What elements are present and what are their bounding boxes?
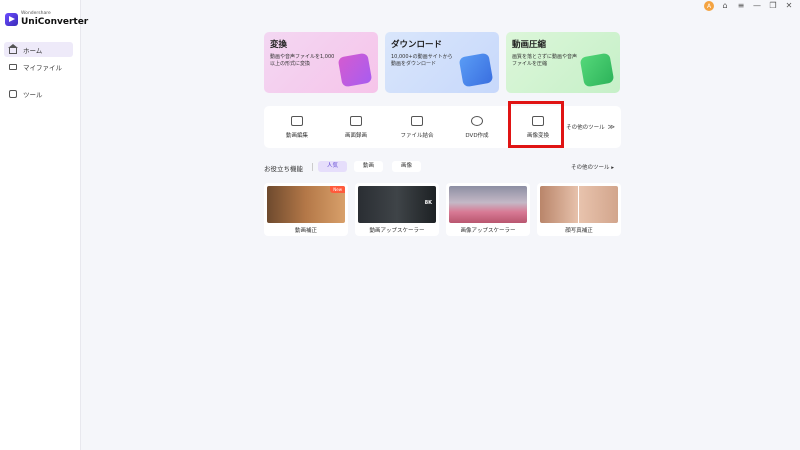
brand-name: UniConverter bbox=[21, 16, 89, 27]
tool-label: DVD作成 bbox=[465, 132, 489, 139]
tools-row: 動画編集 画面録画 ファイル結合 DVD作成 画像変換 その他のツール ≫ bbox=[264, 106, 621, 148]
tool-screen-record[interactable]: 画面録画 bbox=[327, 106, 385, 148]
sidebar-item-label: ホーム bbox=[23, 46, 43, 55]
tool-dvd-create[interactable]: DVD作成 bbox=[448, 106, 506, 148]
screen-record-icon bbox=[350, 115, 362, 126]
filter-chip-video[interactable]: 動画 bbox=[354, 161, 384, 172]
divider bbox=[312, 163, 313, 171]
section-title: お役立ち機能 bbox=[264, 165, 303, 173]
folder-icon bbox=[9, 63, 17, 70]
highlight-box bbox=[508, 101, 564, 148]
dvd-icon bbox=[471, 115, 483, 126]
file-merge-icon bbox=[411, 115, 423, 126]
sidebar: Wondershare UniConverter ホーム マイファイル ツール bbox=[0, 0, 88, 450]
filter-chip-image[interactable]: 画像 bbox=[392, 161, 422, 172]
card-video-upscaler[interactable]: 8K 動画アップスケーラー bbox=[355, 183, 439, 236]
card-label: 動画補正 bbox=[294, 228, 317, 234]
restore-icon[interactable]: ❐ bbox=[768, 0, 778, 12]
app-logo-icon bbox=[5, 12, 18, 26]
thumbnail-image: 8K bbox=[358, 186, 436, 223]
feature-desc: 10,000+の動画サイトから動画をダウンロード bbox=[391, 54, 453, 67]
menu-icon[interactable]: ≡ bbox=[736, 0, 746, 12]
minimize-icon[interactable]: — bbox=[752, 0, 762, 12]
app-logo: Wondershare UniConverter bbox=[5, 11, 89, 27]
see-more-link[interactable]: その他のツール ▸ bbox=[571, 163, 614, 171]
convert-icon bbox=[337, 52, 373, 88]
feature-card-convert[interactable]: 変換 動画や音声ファイルを1,000以上の形式に変換 bbox=[264, 32, 378, 93]
feature-card-download[interactable]: ダウンロード 10,000+の動画サイトから動画をダウンロード bbox=[385, 32, 499, 93]
sidebar-item-myfiles[interactable]: マイファイル bbox=[4, 59, 73, 74]
feature-title: ダウンロード bbox=[391, 40, 443, 50]
support-icon[interactable]: ⌂ bbox=[720, 0, 730, 12]
double-chevron-icon: ≫ bbox=[607, 123, 615, 131]
brand-small: Wondershare bbox=[21, 11, 51, 16]
user-avatar[interactable]: A bbox=[704, 1, 714, 11]
resolution-badge: 8K bbox=[424, 200, 432, 206]
feature-desc: 画質を落とさずに動画や音声ファイルを圧縮 bbox=[512, 54, 578, 67]
tool-file-merge[interactable]: ファイル結合 bbox=[388, 106, 446, 148]
home-icon bbox=[8, 43, 18, 54]
feature-card-compress[interactable]: 動画圧縮 画質を落とさずに動画や音声ファイルを圧縮 bbox=[506, 32, 620, 93]
card-label: 顔写真補正 bbox=[565, 228, 593, 234]
feature-title: 変換 bbox=[270, 40, 288, 50]
card-image-upscaler[interactable]: 画像アップスケーラー bbox=[446, 183, 530, 236]
thumbnail-image bbox=[449, 186, 527, 223]
tool-label: ファイル結合 bbox=[400, 132, 434, 139]
feature-desc: 動画や音声ファイルを1,000以上の形式に変換 bbox=[270, 54, 335, 67]
more-tools-label: その他のツール bbox=[566, 125, 605, 131]
more-tools-button[interactable]: その他のツール ≫ bbox=[566, 106, 615, 148]
new-badge: New bbox=[330, 186, 345, 193]
feature-title: 動画圧縮 bbox=[512, 40, 547, 50]
card-label: 画像アップスケーラー bbox=[460, 228, 516, 234]
download-icon bbox=[458, 52, 494, 88]
card-face-enhance[interactable]: 顔写真補正 bbox=[537, 183, 621, 236]
filter-chip-popular[interactable]: 人気 bbox=[318, 161, 348, 172]
title-bar-controls: A ⌂ ≡ — ❐ ✕ bbox=[704, 0, 794, 12]
compress-icon bbox=[579, 52, 615, 88]
sidebar-item-label: マイファイル bbox=[23, 63, 62, 72]
thumbnail-image bbox=[540, 186, 618, 223]
tool-video-edit[interactable]: 動画編集 bbox=[268, 106, 326, 148]
card-label: 動画アップスケーラー bbox=[369, 228, 425, 234]
close-icon[interactable]: ✕ bbox=[784, 0, 794, 12]
card-video-enhance[interactable]: New 動画補正 bbox=[264, 183, 348, 236]
sidebar-item-tools[interactable]: ツール bbox=[4, 86, 73, 101]
compare-divider bbox=[578, 186, 579, 223]
sidebar-item-label: ツール bbox=[23, 90, 43, 99]
video-edit-icon bbox=[291, 115, 303, 126]
toolbox-icon bbox=[9, 89, 17, 98]
sidebar-item-home[interactable]: ホーム bbox=[4, 42, 73, 57]
tool-label: 画面録画 bbox=[344, 132, 367, 139]
thumbnail-image: New bbox=[267, 186, 345, 223]
tool-label: 動画編集 bbox=[285, 132, 308, 139]
